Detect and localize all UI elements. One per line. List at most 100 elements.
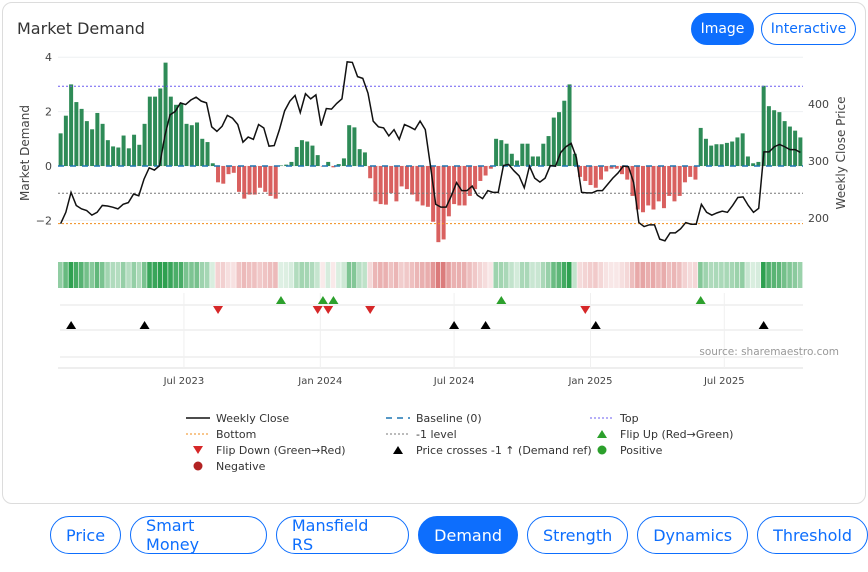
tab-smart-money[interactable]: Smart Money [130, 516, 267, 554]
heat-cell [220, 262, 226, 288]
heat-cell [63, 262, 68, 288]
heat-cell [294, 262, 299, 288]
demand-bar [362, 152, 367, 166]
tab-threshold[interactable]: Threshold [757, 516, 868, 554]
demand-bar [483, 166, 488, 176]
demand-bar [714, 144, 719, 166]
demand-bar [499, 140, 504, 166]
demand-bar [263, 166, 268, 192]
heat-cell [215, 262, 221, 288]
x-tick-label: Jul 2025 [703, 376, 745, 387]
demand-bar [793, 130, 798, 166]
heat-cell [545, 262, 551, 288]
demand-bar [153, 96, 158, 166]
price-cross-marker [66, 321, 77, 329]
legend-positive-icon [597, 445, 607, 455]
heat-cell [199, 262, 205, 288]
heat-cell [719, 262, 724, 288]
heat-cell [157, 262, 163, 288]
heat-cell [530, 262, 535, 288]
heat-cell [393, 262, 399, 288]
demand-bar [777, 112, 782, 166]
heat-cell [587, 262, 593, 288]
legend-price-cross-icon [393, 446, 403, 454]
demand-bar [95, 112, 100, 166]
flip-up-marker [695, 296, 706, 304]
heat-cell [241, 262, 247, 288]
demand-bar [772, 110, 777, 166]
legend-flip-down-icon [193, 446, 203, 454]
demand-bar [509, 153, 514, 166]
heat-cell [299, 262, 304, 288]
heat-cell [640, 262, 646, 288]
heat-cell [73, 262, 79, 288]
heat-cell [708, 262, 714, 288]
legend-label: Flip Up (Red→Green) [620, 428, 733, 441]
heat-cell [189, 262, 194, 288]
demand-bar [252, 166, 257, 195]
demand-bar [520, 143, 525, 166]
heat-cell [488, 262, 493, 288]
heat-cell [608, 262, 614, 288]
demand-bar [735, 137, 740, 166]
heat-cell [225, 262, 231, 288]
tab-strength[interactable]: Strength [527, 516, 629, 554]
demand-bar [651, 166, 656, 210]
tab-mansfield-rs[interactable]: Mansfield RS [275, 516, 410, 554]
demand-bar [546, 136, 551, 166]
flip-down-marker [213, 306, 224, 314]
heat-cell [740, 262, 745, 288]
legend-label: Negative [216, 460, 266, 473]
heat-cell [734, 262, 740, 288]
heat-cell [482, 262, 488, 288]
heat-cell [671, 262, 677, 288]
demand-bar [588, 166, 593, 186]
heat-cell [309, 262, 315, 288]
demand-bar [583, 166, 588, 181]
heat-cell [782, 262, 787, 288]
heat-cell [467, 262, 472, 288]
heat-cell [661, 262, 666, 288]
price-cross-marker [480, 321, 491, 329]
demand-bar [782, 121, 787, 166]
demand-bar [195, 122, 200, 166]
legend-label: Top [619, 412, 639, 425]
heat-cell [514, 262, 520, 288]
demand-bar [352, 127, 357, 166]
heat-cell [283, 262, 289, 288]
heat-cell [629, 262, 635, 288]
heat-cell [724, 262, 729, 288]
demand-bar [389, 166, 394, 194]
tab-demand[interactable]: Demand [418, 516, 519, 554]
heat-cell [750, 262, 756, 288]
heat-cell [115, 262, 121, 288]
demand-bar [467, 166, 472, 196]
heat-cell [524, 262, 530, 288]
tab-dynamics[interactable]: Dynamics [637, 516, 749, 554]
demand-bar [541, 143, 546, 166]
tab-price[interactable]: Price [50, 516, 122, 554]
heat-cell [582, 262, 588, 288]
heat-cell [566, 262, 572, 288]
y-axis-title: Market Demand [18, 105, 32, 201]
demand-bar [121, 135, 126, 166]
heat-cell [792, 262, 798, 288]
heat-cell [624, 262, 630, 288]
heat-cell [320, 262, 325, 288]
demand-bar [179, 103, 184, 166]
price-cross-marker [449, 321, 460, 329]
demand-bar [341, 158, 346, 166]
flip-down-marker [312, 306, 323, 314]
heat-cell [162, 262, 168, 288]
heat-cell [236, 262, 242, 288]
demand-bar [441, 166, 446, 240]
demand-bar [111, 146, 116, 166]
demand-bar [200, 138, 205, 166]
demand-bar [237, 166, 241, 192]
heat-cell [404, 262, 409, 288]
view-tabs: Price Smart Money Mansfield RS Demand St… [50, 516, 868, 554]
heat-cell [771, 262, 777, 288]
heat-cell [183, 262, 189, 288]
heat-cell [357, 262, 362, 288]
demand-bar [105, 140, 110, 166]
